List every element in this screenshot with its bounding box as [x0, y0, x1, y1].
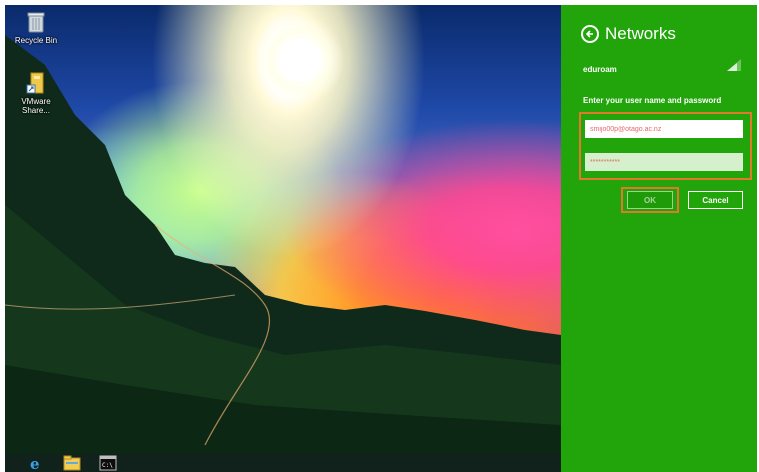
ok-button-highlight: OK	[621, 187, 679, 213]
password-field[interactable]	[585, 153, 743, 171]
recycle-bin-icon	[27, 12, 45, 33]
taskbar-internet-explorer[interactable]: e	[27, 455, 45, 471]
arrow-left-icon	[585, 30, 593, 38]
credentials-prompt: Enter your user name and password	[583, 96, 722, 105]
network-name: eduroam	[583, 65, 617, 74]
screen: Recycle Bin VMware Share... e C:\ Networ…	[5, 5, 757, 472]
svg-text:e: e	[30, 455, 40, 471]
signal-strength-icon	[727, 59, 741, 71]
desktop-icon-vmware-share[interactable]: VMware Share...	[8, 71, 64, 115]
cancel-button[interactable]: Cancel	[688, 191, 743, 209]
desktop-icon-label: VMware Share...	[21, 97, 51, 115]
panel-header: Networks	[581, 24, 676, 44]
desktop-icon-recycle-bin[interactable]: Recycle Bin	[8, 10, 64, 45]
folder-shortcut-icon	[26, 72, 44, 94]
file-explorer-icon	[63, 455, 81, 471]
taskbar: e C:\	[5, 454, 561, 472]
svg-text:C:\: C:\	[102, 462, 113, 469]
network-item-eduroam[interactable]: eduroam	[583, 59, 741, 74]
taskbar-file-explorer[interactable]	[63, 455, 81, 471]
networks-panel: Networks eduroam Enter your user name an…	[561, 5, 757, 472]
back-button[interactable]	[581, 25, 599, 43]
internet-explorer-icon: e	[30, 455, 40, 471]
panel-title: Networks	[605, 24, 676, 43]
taskbar-command-prompt[interactable]: C:\	[99, 455, 117, 471]
username-field[interactable]	[585, 120, 743, 138]
mountain-silhouette	[5, 35, 561, 472]
desktop-wallpaper[interactable]	[5, 5, 561, 472]
ok-button[interactable]: OK	[627, 191, 673, 209]
desktop-icon-label: Recycle Bin	[14, 36, 58, 45]
credentials-highlight	[579, 112, 752, 180]
command-prompt-icon: C:\	[99, 455, 117, 471]
